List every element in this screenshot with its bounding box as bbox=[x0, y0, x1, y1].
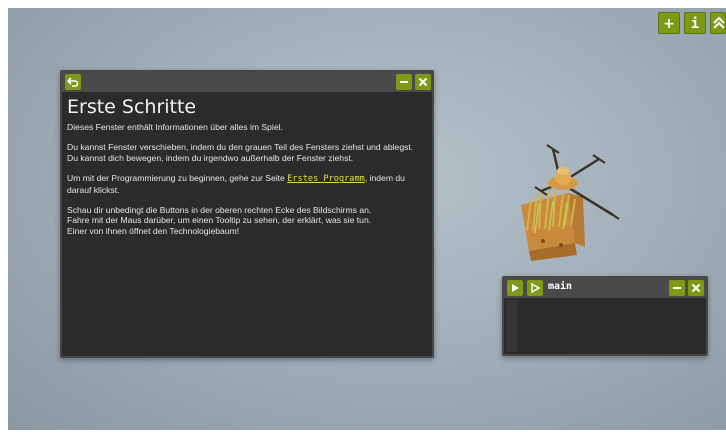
close-icon bbox=[691, 283, 701, 293]
buttons-text-3: Einer von ihnen öffnet den Technologieba… bbox=[67, 225, 240, 236]
move-text: Du kannst Fenster verschieben, indem du … bbox=[67, 142, 426, 163]
collapse-button[interactable] bbox=[710, 12, 726, 34]
program-text-before: Um mit der Programmierung zu beginnen, g… bbox=[67, 173, 288, 184]
minimize-icon bbox=[673, 287, 681, 289]
info-window-titlebar[interactable] bbox=[62, 72, 432, 92]
code-window-titlebar[interactable]: main bbox=[504, 278, 706, 298]
first-program-link[interactable]: Erstes Programm bbox=[287, 174, 365, 184]
run-button[interactable] bbox=[507, 280, 523, 296]
add-button[interactable]: + bbox=[658, 12, 680, 34]
play-icon bbox=[512, 284, 519, 292]
close-icon bbox=[418, 77, 428, 87]
info-content: Erste Schritte Dieses Fenster enthält In… bbox=[67, 96, 426, 246]
drone-on-farm-tile bbox=[521, 144, 620, 261]
line-number-gutter bbox=[506, 300, 517, 352]
code-window-name[interactable]: main bbox=[548, 281, 572, 292]
close-button[interactable] bbox=[415, 74, 431, 90]
program-text: Um mit der Programmierung zu beginnen, g… bbox=[67, 173, 426, 195]
code-editor[interactable] bbox=[518, 300, 704, 352]
step-button[interactable] bbox=[527, 280, 543, 296]
game-viewport[interactable]: + i Erste Schritte Dieses Fenster enthäl… bbox=[8, 8, 726, 430]
code-close-button[interactable] bbox=[688, 280, 704, 296]
minimize-button[interactable] bbox=[396, 74, 412, 90]
info-button[interactable]: i bbox=[684, 12, 706, 34]
page-title: Erste Schritte bbox=[67, 96, 197, 118]
buttons-text-1: Schau dir unbedingt die Buttons in der o… bbox=[67, 205, 372, 216]
step-play-outline-icon bbox=[531, 282, 541, 294]
intro-text: Dieses Fenster enthält Informationen übe… bbox=[67, 122, 283, 132]
chevrons-up-icon bbox=[713, 16, 725, 29]
back-button[interactable] bbox=[65, 74, 81, 90]
info-window[interactable]: Erste Schritte Dieses Fenster enthält In… bbox=[60, 70, 434, 358]
code-minimize-button[interactable] bbox=[669, 280, 685, 296]
move-text-2: Du kannst dich bewegen, indem du irgendw… bbox=[67, 152, 354, 163]
back-arrow-icon bbox=[67, 77, 79, 87]
buttons-text: Schau dir unbedingt die Buttons in der o… bbox=[67, 205, 426, 236]
code-window[interactable]: main bbox=[502, 276, 708, 356]
buttons-text-2: Fahre mit der Maus darüber, um einen Too… bbox=[67, 215, 372, 226]
minimize-icon bbox=[400, 81, 408, 83]
move-text-1: Du kannst Fenster verschieben, indem du … bbox=[67, 142, 414, 153]
